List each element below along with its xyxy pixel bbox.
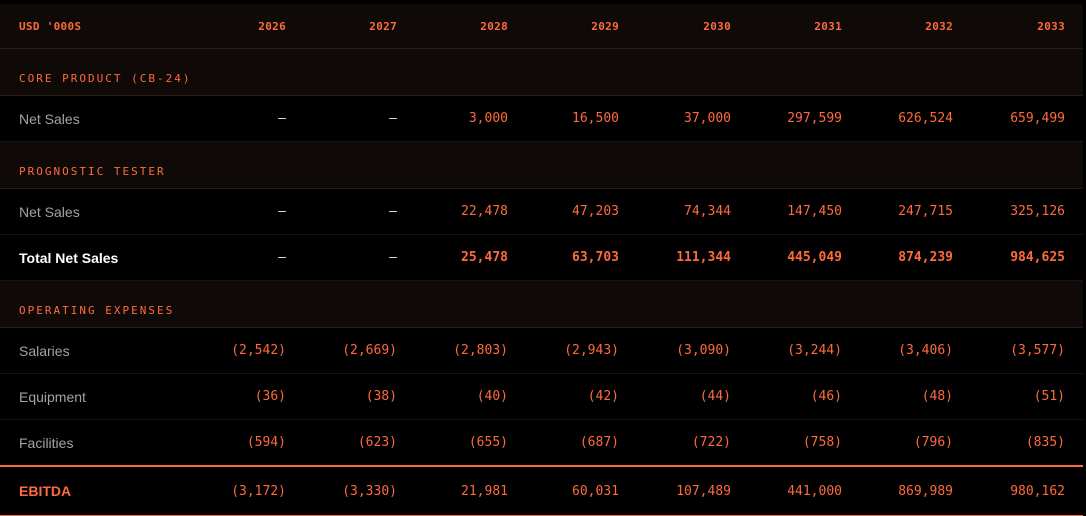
row-label: Salaries — [19, 342, 70, 359]
table-cell: 869,989 — [898, 483, 953, 499]
table-cell: (3,406) — [898, 343, 953, 358]
section-header-prognostic-tester: PROGNOSTIC TESTER — [0, 142, 1083, 189]
table-cell: (40) — [476, 389, 508, 404]
table-cell: 445,049 — [787, 250, 842, 265]
table-cell: (796) — [913, 435, 953, 450]
table-cell: (44) — [699, 389, 731, 404]
table-row: Net Sales — — 3,000 16,500 37,000 297,59… — [0, 96, 1083, 142]
table-cell: 16,500 — [572, 111, 619, 126]
table-cell: (36) — [254, 389, 286, 404]
table-cell: 247,715 — [898, 204, 953, 219]
row-label: Net Sales — [19, 110, 80, 127]
table-cell: (3,244) — [787, 343, 842, 358]
table-cell: — — [278, 250, 286, 265]
table-row: Facilities (594) (623) (655) (687) (722)… — [0, 420, 1083, 465]
table-cell: 626,524 — [898, 111, 953, 126]
year-header: 2027 — [369, 19, 397, 33]
section-header-core-product: CORE PRODUCT (CB-24) — [0, 49, 1083, 96]
currency-unit-label: USD '000S — [19, 19, 82, 33]
financial-table: USD '000S 2026 2027 2028 2029 2030 2031 … — [0, 4, 1083, 516]
table-cell: (722) — [691, 435, 731, 450]
table-row: Salaries (2,542) (2,669) (2,803) (2,943)… — [0, 328, 1083, 374]
table-cell: (835) — [1025, 435, 1065, 450]
year-header: 2026 — [258, 19, 286, 33]
table-cell: 297,599 — [787, 111, 842, 126]
row-label: Net Sales — [19, 203, 80, 220]
table-cell: — — [278, 204, 286, 219]
table-cell: (594) — [246, 435, 286, 450]
year-header: 2033 — [1037, 19, 1065, 33]
table-cell: — — [389, 250, 397, 265]
table-cell: (758) — [802, 435, 842, 450]
table-cell: (687) — [579, 435, 619, 450]
table-cell: 325,126 — [1010, 204, 1065, 219]
table-cell: 107,489 — [676, 483, 731, 499]
section-header-operating-expenses: OPERATING EXPENSES — [0, 281, 1083, 328]
table-cell: 874,239 — [898, 250, 953, 265]
table-cell: (2,803) — [453, 343, 508, 358]
table-header: USD '000S 2026 2027 2028 2029 2030 2031 … — [0, 4, 1083, 49]
table-cell: (2,542) — [231, 343, 286, 358]
row-label: Total Net Sales — [19, 249, 119, 266]
table-cell: (3,330) — [342, 483, 397, 499]
table-cell: (42) — [587, 389, 619, 404]
table-cell: (46) — [810, 389, 842, 404]
table-cell: 441,000 — [787, 483, 842, 499]
ebitda-row: EBITDA (3,172) (3,330) 21,981 60,031 107… — [0, 465, 1083, 516]
table-cell: 3,000 — [468, 111, 508, 126]
table-cell: 25,478 — [461, 250, 508, 265]
section-title: OPERATING EXPENSES — [19, 304, 175, 317]
table-cell: (3,577) — [1010, 343, 1065, 358]
table-cell: (48) — [921, 389, 953, 404]
table-cell: 659,499 — [1010, 111, 1065, 126]
year-header: 2028 — [480, 19, 508, 33]
table-cell: — — [278, 111, 286, 126]
table-cell: — — [389, 204, 397, 219]
table-cell: (3,090) — [676, 343, 731, 358]
table-cell: — — [389, 111, 397, 126]
table-cell: 22,478 — [461, 204, 508, 219]
table-cell: (623) — [357, 435, 397, 450]
year-header: 2030 — [703, 19, 731, 33]
table-cell: 47,203 — [572, 204, 619, 219]
total-row: Total Net Sales — — 25,478 63,703 111,34… — [0, 235, 1083, 281]
year-header: 2031 — [814, 19, 842, 33]
table-cell: 111,344 — [676, 250, 731, 265]
table-cell: 980,162 — [1010, 483, 1065, 499]
section-title: CORE PRODUCT (CB-24) — [19, 72, 192, 85]
table-row: Equipment (36) (38) (40) (42) (44) (46) … — [0, 374, 1083, 420]
row-label: Facilities — [19, 434, 74, 451]
row-label: Equipment — [19, 388, 86, 405]
table-cell: (2,669) — [342, 343, 397, 358]
section-title: PROGNOSTIC TESTER — [19, 165, 166, 178]
table-cell: 37,000 — [684, 111, 731, 126]
table-cell: (38) — [365, 389, 397, 404]
year-header: 2032 — [925, 19, 953, 33]
table-cell: 984,625 — [1010, 250, 1065, 265]
table-row: Net Sales — — 22,478 47,203 74,344 147,4… — [0, 189, 1083, 235]
table-cell: (51) — [1033, 389, 1065, 404]
table-cell: 60,031 — [572, 483, 619, 499]
row-label: EBITDA — [19, 483, 72, 499]
table-cell: (655) — [468, 435, 508, 450]
table-cell: 74,344 — [684, 204, 731, 219]
table-cell: (3,172) — [231, 483, 286, 499]
table-cell: 21,981 — [461, 483, 508, 499]
table-cell: 147,450 — [787, 204, 842, 219]
table-cell: (2,943) — [564, 343, 619, 358]
year-header: 2029 — [591, 19, 619, 33]
table-cell: 63,703 — [572, 250, 619, 265]
